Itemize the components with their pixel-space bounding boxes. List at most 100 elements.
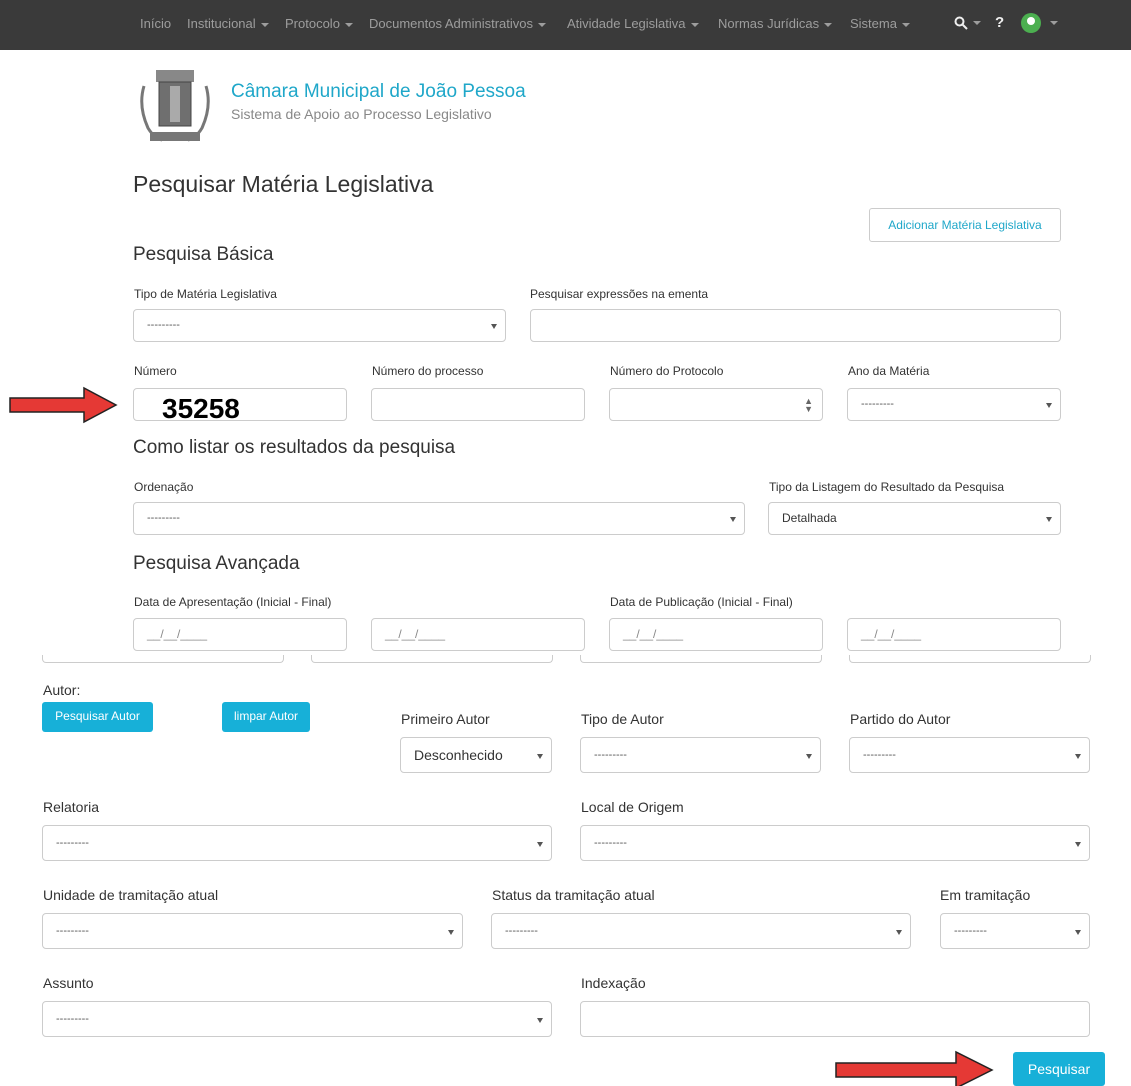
- nav-documentos-label: Documentos Administrativos: [369, 16, 534, 31]
- tipo-autor-label: Tipo de Autor: [581, 711, 664, 727]
- data-publicacao-label: Data de Publicação (Inicial - Final): [610, 595, 793, 609]
- nav-protocolo-label: Protocolo: [285, 16, 340, 31]
- site-title[interactable]: Câmara Municipal de João Pessoa: [231, 81, 526, 103]
- tipo-autor-select[interactable]: ---------: [580, 737, 821, 773]
- numero-protocolo-input[interactable]: ▲ ▼: [609, 388, 823, 421]
- assunto-value: ---------: [56, 1013, 89, 1025]
- nav-atividade-label: Atividade Legislativa: [567, 16, 686, 31]
- assunto-select[interactable]: ---------: [42, 1001, 552, 1037]
- numero-annotation: 35258: [162, 393, 240, 424]
- ordenacao-label: Ordenação: [134, 480, 194, 494]
- ano-materia-value: ---------: [861, 398, 894, 410]
- nav-institucional[interactable]: Institucional: [187, 16, 269, 31]
- numero-label: Número: [134, 364, 177, 378]
- status-tramitacao-label: Status da tramitação atual: [492, 887, 655, 903]
- em-tramitacao-select[interactable]: ---------: [940, 913, 1090, 949]
- pesquisar-button[interactable]: Pesquisar: [1013, 1052, 1105, 1086]
- primeiro-autor-value: Desconhecido: [414, 747, 503, 763]
- nav-sistema[interactable]: Sistema: [850, 16, 910, 31]
- site-subtitle: Sistema de Apoio ao Processo Legislativo: [231, 106, 492, 122]
- nav-atividade[interactable]: Atividade Legislativa: [567, 16, 699, 31]
- partido-label: Partido do Autor: [850, 711, 951, 727]
- chevron-down-icon: [973, 21, 981, 26]
- help-link[interactable]: ?: [995, 14, 1004, 31]
- ano-materia-select[interactable]: ---------: [847, 388, 1061, 421]
- local-origem-label: Local de Origem: [581, 799, 684, 815]
- ementa-label: Pesquisar expressões na ementa: [530, 287, 709, 301]
- tipo-autor-value: ---------: [594, 749, 627, 761]
- date-placeholder: __/__/____: [385, 627, 446, 641]
- red-arrow-icon: [9, 386, 118, 424]
- chevron-down-icon: [260, 22, 269, 27]
- ordenacao-value: ---------: [147, 512, 180, 524]
- basic-search-heading: Pesquisa Básica: [133, 244, 274, 265]
- relatoria-label: Relatoria: [43, 799, 100, 815]
- ordenacao-select[interactable]: ---------: [133, 502, 745, 535]
- nav-institucional-label: Institucional: [187, 16, 256, 31]
- unidade-tramitacao-label: Unidade de tramitação atual: [43, 887, 219, 903]
- add-materia-button[interactable]: Adicionar Matéria Legislativa: [869, 208, 1061, 242]
- local-origem-value: ---------: [594, 837, 627, 849]
- hidden-field-edge: [580, 655, 822, 663]
- relatoria-value: ---------: [56, 837, 89, 849]
- unidade-tramitacao-select[interactable]: ---------: [42, 913, 463, 949]
- autor-label: Autor:: [43, 682, 81, 698]
- publicacao-inicial-input[interactable]: __/__/____: [609, 618, 823, 651]
- partido-value: ---------: [863, 749, 896, 761]
- status-tramitacao-value: ---------: [505, 925, 538, 937]
- primeiro-autor-select[interactable]: Desconhecido: [400, 737, 552, 773]
- date-placeholder: __/__/____: [861, 627, 922, 641]
- red-arrow-icon: [835, 1050, 994, 1086]
- local-origem-select[interactable]: ---------: [580, 825, 1090, 861]
- tipo-materia-select[interactable]: ---------: [133, 309, 506, 342]
- indexacao-label: Indexação: [581, 975, 646, 991]
- partido-select[interactable]: ---------: [849, 737, 1090, 773]
- nav-normas-label: Normas Jurídicas: [718, 16, 820, 31]
- tipo-listagem-select[interactable]: Detalhada: [768, 502, 1061, 535]
- listing-heading: Como listar os resultados da pesquisa: [133, 437, 456, 458]
- assunto-label: Assunto: [43, 975, 94, 991]
- data-apresentacao-label: Data de Apresentação (Inicial - Final): [134, 595, 332, 609]
- search-icon: [954, 16, 968, 30]
- chevron-down-icon: [538, 22, 547, 27]
- apresentacao-inicial-input[interactable]: __/__/____: [133, 618, 347, 651]
- chevron-down-icon: [690, 22, 699, 27]
- nav-documentos[interactable]: Documentos Administrativos: [369, 16, 547, 31]
- spinner-icon[interactable]: ▲ ▼: [804, 397, 813, 414]
- ementa-input[interactable]: [530, 309, 1061, 342]
- tipo-listagem-value: Detalhada: [782, 511, 837, 525]
- hidden-field-edge: [311, 655, 553, 663]
- user-avatar-icon[interactable]: [1021, 13, 1041, 33]
- chevron-down-icon: [344, 22, 353, 27]
- indexacao-input[interactable]: [580, 1001, 1090, 1037]
- page-title: Pesquisar Matéria Legislativa: [133, 171, 434, 197]
- primeiro-autor-label: Primeiro Autor: [401, 711, 490, 727]
- em-tramitacao-label: Em tramitação: [940, 887, 1031, 903]
- date-placeholder: __/__/____: [623, 627, 684, 641]
- tipo-materia-label: Tipo de Matéria Legislativa: [134, 287, 277, 301]
- coat-of-arms-logo: [134, 66, 216, 146]
- date-placeholder: __/__/____: [147, 627, 208, 641]
- em-tramitacao-value: ---------: [954, 925, 987, 937]
- advanced-heading: Pesquisa Avançada: [133, 553, 300, 574]
- chevron-down-icon: [901, 22, 910, 27]
- publicacao-final-input[interactable]: __/__/____: [847, 618, 1061, 651]
- pesquisar-autor-button[interactable]: Pesquisar Autor: [42, 702, 153, 732]
- nav-inicio[interactable]: Início: [140, 16, 171, 31]
- relatoria-select[interactable]: ---------: [42, 825, 552, 861]
- chevron-down-icon: [824, 22, 833, 27]
- status-tramitacao-select[interactable]: ---------: [491, 913, 911, 949]
- numero-processo-input[interactable]: [371, 388, 585, 421]
- nav-sistema-label: Sistema: [850, 16, 897, 31]
- hidden-field-edge: [849, 655, 1091, 663]
- tipo-materia-value: ---------: [147, 319, 180, 331]
- apresentacao-final-input[interactable]: __/__/____: [371, 618, 585, 651]
- top-navbar: Início Institucional Protocolo Documento…: [0, 0, 1131, 50]
- nav-normas[interactable]: Normas Jurídicas: [718, 16, 833, 31]
- ano-materia-label: Ano da Matéria: [848, 364, 930, 378]
- search-menu[interactable]: [954, 14, 981, 31]
- numero-processo-label: Número do processo: [372, 364, 484, 378]
- nav-protocolo[interactable]: Protocolo: [285, 16, 353, 31]
- limpar-autor-button[interactable]: limpar Autor: [222, 702, 310, 732]
- unidade-tramitacao-value: ---------: [56, 925, 89, 937]
